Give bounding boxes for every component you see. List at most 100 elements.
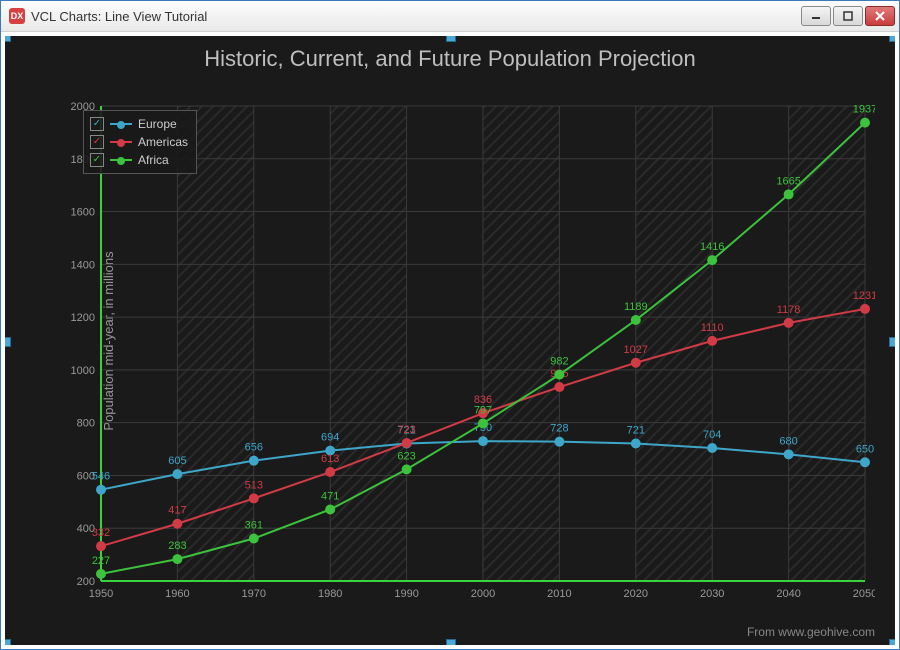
svg-text:1950: 1950 (89, 588, 113, 600)
svg-text:1000: 1000 (71, 365, 95, 377)
app-window: DX VCL Charts: Line View Tutorial Histor… (0, 0, 900, 650)
data-point[interactable] (631, 439, 641, 449)
data-label: 1231 (853, 290, 875, 302)
data-label: 650 (856, 443, 874, 455)
svg-text:200: 200 (77, 576, 95, 588)
minimize-button[interactable] (801, 6, 831, 26)
svg-text:2050: 2050 (853, 588, 875, 600)
data-point[interactable] (478, 418, 488, 428)
data-point[interactable] (96, 541, 106, 551)
svg-text:1400: 1400 (71, 259, 95, 271)
data-label: 513 (245, 479, 263, 491)
data-label: 723 (397, 424, 415, 436)
svg-text:2010: 2010 (547, 588, 571, 600)
data-point[interactable] (860, 118, 870, 128)
legend-checkbox[interactable]: ✓ (90, 135, 104, 149)
data-label: 656 (245, 442, 263, 454)
data-label: 332 (92, 527, 110, 539)
data-label: 605 (168, 455, 186, 467)
svg-text:1970: 1970 (242, 588, 266, 600)
svg-text:1980: 1980 (318, 588, 342, 600)
selection-handle[interactable] (889, 337, 895, 347)
data-point[interactable] (554, 382, 564, 392)
data-point[interactable] (325, 467, 335, 477)
data-point[interactable] (631, 315, 641, 325)
maximize-button[interactable] (833, 6, 863, 26)
legend-item-africa[interactable]: ✓ Africa (90, 151, 188, 169)
legend-swatch (110, 141, 132, 143)
data-label: 1665 (776, 175, 800, 187)
svg-text:1600: 1600 (71, 207, 95, 219)
plot-area[interactable]: 2004006008001000120014001600180020001950… (71, 100, 875, 603)
legend[interactable]: ✓Europe✓Americas✓Africa (83, 110, 197, 174)
data-point[interactable] (707, 443, 717, 453)
data-label: 1110 (701, 322, 724, 334)
data-label: 1937 (853, 104, 875, 116)
data-point[interactable] (249, 493, 259, 503)
selection-handle[interactable] (5, 337, 11, 347)
data-label: 1027 (624, 344, 648, 356)
data-label: 721 (627, 425, 645, 437)
selection-handle[interactable] (889, 36, 895, 42)
data-label: 613 (321, 453, 339, 465)
data-point[interactable] (402, 464, 412, 474)
data-point[interactable] (707, 255, 717, 265)
data-label: 227 (92, 555, 110, 567)
data-point[interactable] (478, 436, 488, 446)
selection-handle[interactable] (889, 639, 895, 645)
data-point[interactable] (249, 534, 259, 544)
data-label: 361 (245, 520, 263, 532)
data-point[interactable] (96, 485, 106, 495)
legend-label: Africa (138, 153, 169, 167)
data-label: 797 (474, 404, 492, 416)
window-controls (801, 6, 895, 26)
data-label: 694 (321, 432, 339, 444)
data-point[interactable] (631, 358, 641, 368)
legend-item-americas[interactable]: ✓ Americas (90, 133, 188, 151)
data-label: 982 (550, 356, 568, 368)
window-title: VCL Charts: Line View Tutorial (31, 9, 801, 24)
data-point[interactable] (784, 449, 794, 459)
selection-handle[interactable] (5, 36, 11, 42)
data-point[interactable] (554, 370, 564, 380)
data-point[interactable] (96, 569, 106, 579)
svg-text:2040: 2040 (776, 588, 800, 600)
data-label: 680 (779, 435, 797, 447)
selection-handle[interactable] (446, 36, 456, 42)
selection-handle[interactable] (446, 639, 456, 645)
svg-text:2000: 2000 (471, 588, 495, 600)
legend-checkbox[interactable]: ✓ (90, 117, 104, 131)
data-point[interactable] (554, 437, 564, 447)
data-point[interactable] (402, 438, 412, 448)
data-label: 417 (168, 505, 186, 517)
data-point[interactable] (860, 457, 870, 467)
legend-label: Americas (138, 135, 188, 149)
svg-text:1200: 1200 (71, 312, 95, 324)
data-label: 1189 (624, 301, 648, 313)
data-point[interactable] (860, 304, 870, 314)
data-point[interactable] (325, 504, 335, 514)
svg-text:800: 800 (77, 418, 95, 430)
data-label: 704 (703, 429, 721, 441)
legend-item-europe[interactable]: ✓Europe (90, 115, 188, 133)
legend-swatch (110, 123, 132, 125)
data-label: 471 (321, 490, 339, 502)
data-point[interactable] (172, 469, 182, 479)
chart-panel: Historic, Current, and Future Population… (5, 36, 895, 645)
close-button[interactable] (865, 6, 895, 26)
app-icon: DX (9, 8, 25, 24)
data-point[interactable] (172, 554, 182, 564)
data-point[interactable] (784, 318, 794, 328)
data-point[interactable] (784, 189, 794, 199)
data-point[interactable] (172, 519, 182, 529)
svg-text:2030: 2030 (700, 588, 724, 600)
data-label: 623 (397, 450, 415, 462)
data-label: 283 (168, 540, 186, 552)
data-point[interactable] (249, 456, 259, 466)
legend-checkbox[interactable]: ✓ (90, 153, 104, 167)
data-label: 728 (550, 423, 568, 435)
titlebar[interactable]: DX VCL Charts: Line View Tutorial (1, 1, 899, 32)
selection-handle[interactable] (5, 639, 11, 645)
chart-title: Historic, Current, and Future Population… (5, 36, 895, 76)
data-point[interactable] (707, 336, 717, 346)
